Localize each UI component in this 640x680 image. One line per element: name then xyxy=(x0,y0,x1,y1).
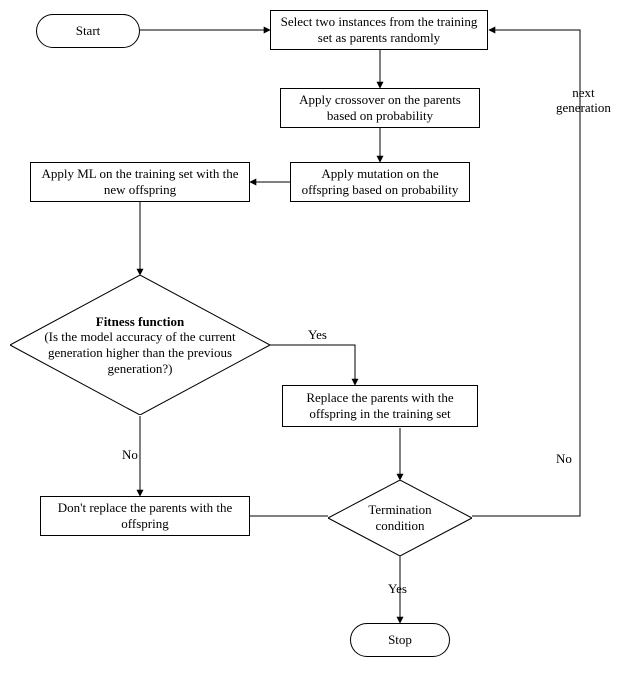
fitness-decision: Fitness function (Is the model accuracy … xyxy=(10,275,270,415)
dont-replace-label: Don't replace the parents with the offsp… xyxy=(47,500,243,533)
fitness-title: Fitness function xyxy=(38,314,242,330)
apply-ml-node: Apply ML on the training set with the ne… xyxy=(30,162,250,202)
fitness-body: (Is the model accuracy of the current ge… xyxy=(38,329,242,376)
termination-label: Termination condition xyxy=(346,502,454,533)
replace-label: Replace the parents with the offspring i… xyxy=(289,390,471,423)
replace-node: Replace the parents with the offspring i… xyxy=(282,385,478,427)
edge-yes-termination: Yes xyxy=(388,582,407,597)
edge-next-generation: next generation xyxy=(556,86,611,116)
select-parents-node: Select two instances from the training s… xyxy=(270,10,488,50)
termination-decision: Termination condition xyxy=(328,480,472,556)
start-node: Start xyxy=(36,14,140,48)
mutation-node: Apply mutation on the offspring based on… xyxy=(290,162,470,202)
stop-label: Stop xyxy=(388,632,412,648)
dont-replace-node: Don't replace the parents with the offsp… xyxy=(40,496,250,536)
mutation-label: Apply mutation on the offspring based on… xyxy=(297,166,463,199)
edge-no-termination: No xyxy=(556,452,572,467)
edge-yes-fitness: Yes xyxy=(308,328,327,343)
apply-ml-label: Apply ML on the training set with the ne… xyxy=(37,166,243,199)
crossover-label: Apply crossover on the parents based on … xyxy=(287,92,473,125)
crossover-node: Apply crossover on the parents based on … xyxy=(280,88,480,128)
flowchart: Start Select two instances from the trai… xyxy=(0,0,640,680)
select-parents-label: Select two instances from the training s… xyxy=(277,14,481,47)
start-label: Start xyxy=(76,23,101,39)
edge-no-fitness: No xyxy=(122,448,138,463)
stop-node: Stop xyxy=(350,623,450,657)
